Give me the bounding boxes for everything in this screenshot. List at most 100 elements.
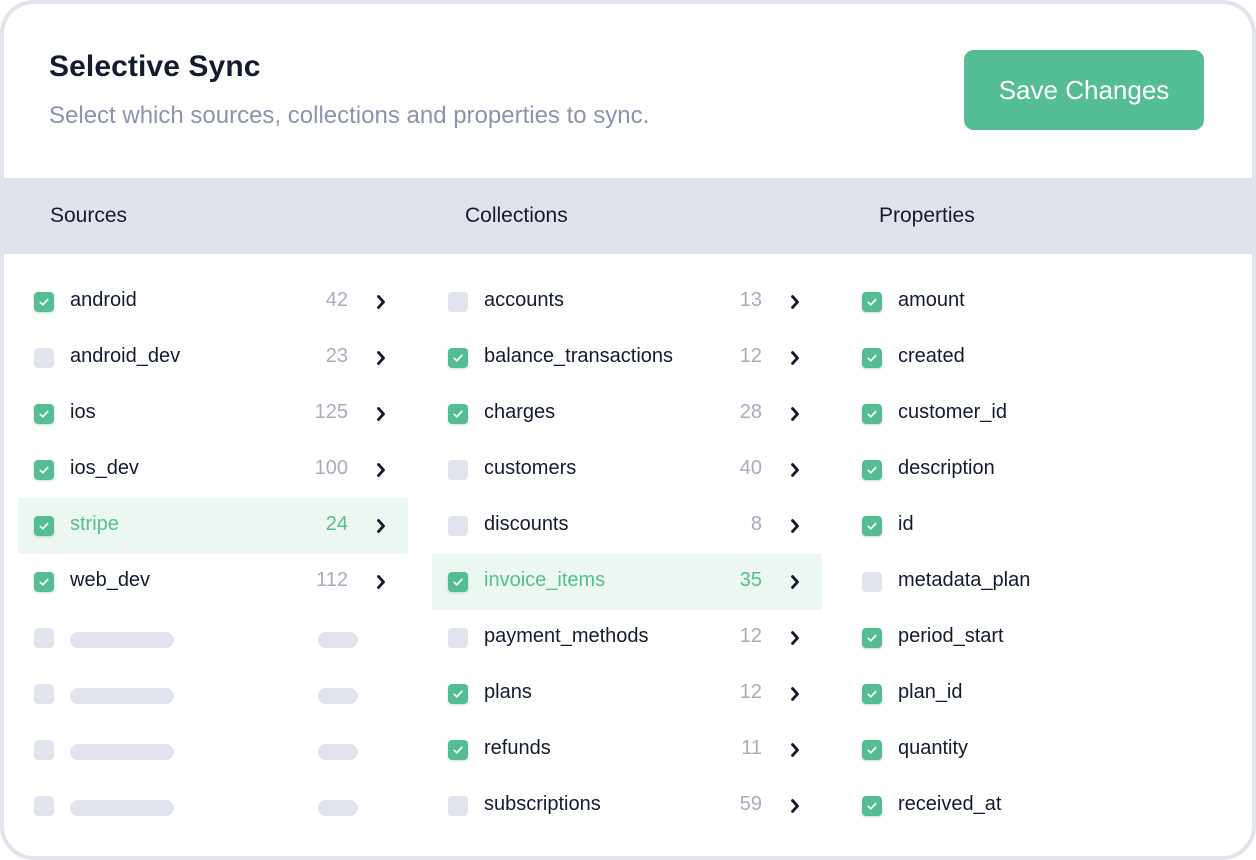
- collection-row[interactable]: plans 12: [432, 666, 822, 722]
- checkbox-checked[interactable]: [34, 292, 54, 312]
- checkbox-checked[interactable]: [862, 740, 882, 760]
- source-count: 125: [314, 401, 348, 423]
- source-row[interactable]: ios 125: [18, 386, 408, 442]
- property-row[interactable]: description: [846, 442, 1236, 498]
- header: Selective Sync Select which sources, col…: [4, 4, 1252, 178]
- checkbox-unchecked[interactable]: [862, 572, 882, 592]
- collection-label: accounts: [484, 289, 565, 311]
- source-placeholder-row: [18, 722, 408, 778]
- checkbox-unchecked[interactable]: [448, 292, 468, 312]
- placeholder-checkbox: [34, 796, 54, 816]
- chevron-right-icon[interactable]: [376, 350, 386, 371]
- placeholder-label: [70, 800, 174, 816]
- chevron-right-icon[interactable]: [790, 798, 800, 819]
- chevron-right-icon[interactable]: [790, 294, 800, 315]
- chevron-right-icon[interactable]: [376, 518, 386, 539]
- checkbox-checked[interactable]: [34, 516, 54, 536]
- collection-count: 8: [750, 513, 762, 535]
- column-headers: Sources Collections Properties: [4, 178, 1252, 254]
- property-row[interactable]: metadata_plan: [846, 554, 1236, 610]
- chevron-right-icon[interactable]: [790, 630, 800, 651]
- placeholder-label: [70, 688, 174, 704]
- placeholder-count: [318, 744, 358, 760]
- property-label: amount: [898, 289, 965, 311]
- checkbox-checked[interactable]: [448, 404, 468, 424]
- chevron-right-icon[interactable]: [790, 686, 800, 707]
- chevron-right-icon[interactable]: [790, 742, 800, 763]
- property-row[interactable]: received_at: [846, 778, 1236, 834]
- source-label: android: [70, 289, 137, 311]
- placeholder-count: [318, 632, 358, 648]
- checkbox-checked[interactable]: [862, 292, 882, 312]
- source-label: ios_dev: [70, 457, 139, 479]
- checkbox-unchecked[interactable]: [448, 460, 468, 480]
- collection-row[interactable]: subscriptions 59: [432, 778, 822, 834]
- source-row[interactable]: ios_dev 100: [18, 442, 408, 498]
- chevron-right-icon[interactable]: [790, 574, 800, 595]
- collection-row[interactable]: accounts 13: [432, 274, 822, 330]
- collection-row[interactable]: discounts 8: [432, 498, 822, 554]
- checkbox-checked[interactable]: [862, 684, 882, 704]
- source-row[interactable]: web_dev 112: [18, 554, 408, 610]
- placeholder-count: [318, 800, 358, 816]
- chevron-right-icon[interactable]: [376, 462, 386, 483]
- source-count: 100: [314, 457, 348, 479]
- collection-count: 12: [739, 625, 762, 647]
- checkbox-checked[interactable]: [34, 460, 54, 480]
- checkbox-checked[interactable]: [34, 404, 54, 424]
- checkbox-checked[interactable]: [862, 516, 882, 536]
- checkbox-checked[interactable]: [448, 572, 468, 592]
- source-row[interactable]: stripe 24: [18, 498, 408, 554]
- property-row[interactable]: created: [846, 330, 1236, 386]
- source-row[interactable]: android 42: [18, 274, 408, 330]
- collection-row[interactable]: refunds 11: [432, 722, 822, 778]
- property-label: quantity: [898, 737, 969, 759]
- property-row[interactable]: period_start: [846, 610, 1236, 666]
- collection-count: 35: [739, 569, 762, 591]
- chevron-right-icon[interactable]: [376, 294, 386, 315]
- checkbox-unchecked[interactable]: [448, 628, 468, 648]
- checkbox-unchecked[interactable]: [448, 516, 468, 536]
- collection-row[interactable]: charges 28: [432, 386, 822, 442]
- checkbox-checked[interactable]: [862, 348, 882, 368]
- property-row[interactable]: id: [846, 498, 1236, 554]
- save-changes-button[interactable]: Save Changes: [964, 50, 1204, 130]
- checkbox-unchecked[interactable]: [448, 796, 468, 816]
- property-row[interactable]: quantity: [846, 722, 1236, 778]
- source-placeholder-row: [18, 666, 408, 722]
- checkbox-checked[interactable]: [448, 684, 468, 704]
- source-label: android_dev: [70, 345, 181, 367]
- collection-label: customers: [484, 457, 577, 479]
- property-label: customer_id: [898, 401, 1007, 423]
- property-row[interactable]: amount: [846, 274, 1236, 330]
- collection-label: balance_transactions: [484, 345, 674, 367]
- collection-row[interactable]: payment_methods 12: [432, 610, 822, 666]
- collection-row[interactable]: invoice_items 35: [432, 554, 822, 610]
- collection-count: 40: [739, 457, 762, 479]
- property-row[interactable]: plan_id: [846, 666, 1236, 722]
- chevron-right-icon[interactable]: [790, 406, 800, 427]
- source-label: web_dev: [70, 569, 151, 591]
- collection-label: payment_methods: [484, 625, 649, 647]
- checkbox-checked[interactable]: [34, 572, 54, 592]
- chevron-right-icon[interactable]: [790, 350, 800, 371]
- collection-row[interactable]: customers 40: [432, 442, 822, 498]
- checkbox-checked[interactable]: [448, 740, 468, 760]
- property-label: id: [898, 513, 914, 535]
- checkbox-unchecked[interactable]: [34, 348, 54, 368]
- chevron-right-icon[interactable]: [790, 462, 800, 483]
- property-label: received_at: [898, 793, 1002, 815]
- chevron-right-icon[interactable]: [376, 406, 386, 427]
- chevron-right-icon[interactable]: [790, 518, 800, 539]
- checkbox-checked[interactable]: [448, 348, 468, 368]
- collection-row[interactable]: balance_transactions 12: [432, 330, 822, 386]
- checkbox-checked[interactable]: [862, 460, 882, 480]
- property-row[interactable]: customer_id: [846, 386, 1236, 442]
- checkbox-checked[interactable]: [862, 628, 882, 648]
- chevron-right-icon[interactable]: [376, 574, 386, 595]
- checkbox-checked[interactable]: [862, 796, 882, 816]
- source-row[interactable]: android_dev 23: [18, 330, 408, 386]
- column-header-collections: Collections: [465, 204, 568, 227]
- collection-count: 12: [739, 345, 762, 367]
- checkbox-checked[interactable]: [862, 404, 882, 424]
